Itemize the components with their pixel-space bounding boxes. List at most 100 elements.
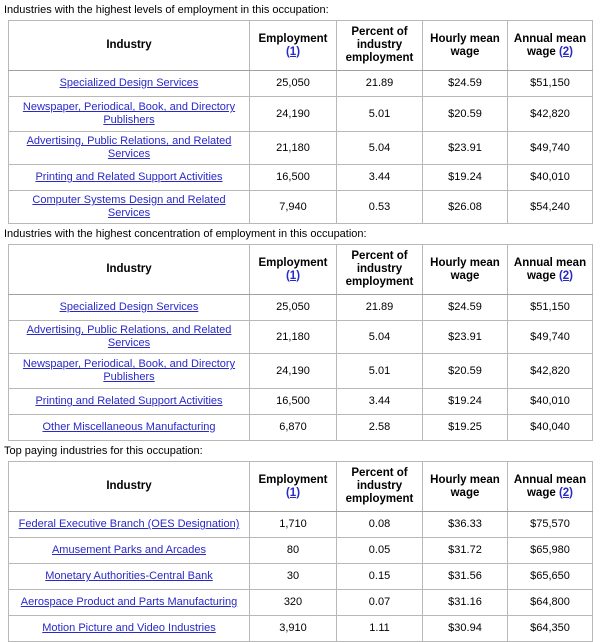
footnote-link-2[interactable]: (2) — [559, 487, 573, 499]
cell-employment: 16,500 — [249, 164, 337, 191]
cell-hourly-wage: $24.59 — [422, 294, 508, 321]
cell-industry: Newspaper, Periodical, Book, and Directo… — [8, 96, 250, 132]
header-label-hourly-l2: wage — [450, 486, 480, 499]
cell-annual-wage: $40,010 — [507, 164, 593, 191]
cell-percent: 21.89 — [336, 70, 423, 97]
cell-annual-wage: $64,800 — [507, 589, 593, 616]
cell-employment: 21,180 — [249, 131, 337, 165]
footnote-link-1[interactable]: (1) — [286, 487, 300, 499]
cell-industry: Specialized Design Services — [8, 294, 250, 321]
cell-employment: 3,910 — [249, 615, 337, 642]
cell-employment: 21,180 — [249, 320, 337, 354]
header-label-industry: Industry — [106, 39, 152, 51]
footnote-link-2[interactable]: (2) — [559, 270, 573, 282]
cell-percent: 21.89 — [336, 294, 423, 321]
cell-annual-wage: $51,150 — [507, 294, 593, 321]
header-label-hourly-l2: wage — [450, 269, 480, 282]
footnote-link-1[interactable]: (1) — [286, 46, 300, 58]
table-row: Monetary Authorities-Central Bank 30 0.1… — [8, 563, 593, 590]
footnote-link-1[interactable]: (1) — [286, 270, 300, 282]
cell-industry: Federal Executive Branch (OES Designatio… — [8, 511, 250, 538]
industry-link[interactable]: Newspaper, Periodical, Book, and Directo… — [23, 101, 235, 126]
cell-employment: 6,870 — [249, 414, 337, 441]
cell-annual-wage: $42,820 — [507, 353, 593, 389]
table-row: Printing and Related Support Activities … — [8, 164, 593, 191]
section-top-paying: Top paying industries for this occupatio… — [0, 441, 600, 642]
industry-link[interactable]: Specialized Design Services — [60, 77, 199, 89]
section-caption-top-paying: Top paying industries for this occupatio… — [4, 445, 203, 457]
industry-link[interactable]: Monetary Authorities-Central Bank — [45, 570, 213, 582]
industry-link[interactable]: Amusement Parks and Arcades — [52, 544, 206, 556]
cell-annual-wage: $49,740 — [507, 320, 593, 354]
column-header-industry: Industry — [8, 244, 250, 295]
footnote-link-2[interactable]: (2) — [559, 46, 573, 58]
industry-link[interactable]: Federal Executive Branch (OES Designatio… — [19, 518, 240, 530]
table-body: Specialized Design Services 25,050 21.89… — [8, 70, 593, 224]
header-label-percent-l1: Percent of — [351, 467, 408, 479]
cell-industry: Printing and Related Support Activities — [8, 388, 250, 415]
header-label-annual-l1: Annual mean — [513, 32, 587, 45]
industry-link[interactable]: Aerospace Product and Parts Manufacturin… — [21, 596, 237, 608]
industry-link[interactable]: Computer Systems Design and Related Serv… — [32, 194, 225, 219]
table-row: Federal Executive Branch (OES Designatio… — [8, 511, 593, 538]
industry-wage-tables-page: Industries with the highest levels of em… — [0, 0, 600, 642]
section-caption-highest-concentration: Industries with the highest concentratio… — [4, 228, 367, 240]
column-header-percent: Percent of industry employment — [336, 461, 423, 512]
cell-hourly-wage: $26.08 — [422, 190, 508, 224]
industry-link[interactable]: Advertising, Public Relations, and Relat… — [27, 324, 232, 349]
table-highest-concentration: Industry Employment (1) Percent of indus… — [8, 244, 593, 441]
header-label-hourly-l2: wage — [450, 45, 480, 58]
industry-link[interactable]: Printing and Related Support Activities — [35, 171, 222, 183]
industry-link[interactable]: Newspaper, Periodical, Book, and Directo… — [23, 358, 235, 383]
table-header: Industry Employment (1) Percent of indus… — [8, 20, 593, 71]
header-label-percent-l3: employment — [345, 493, 414, 505]
header-label-annual-l2: wage — [526, 45, 556, 58]
header-label-percent-l1: Percent of — [351, 250, 408, 262]
industry-link[interactable]: Printing and Related Support Activities — [35, 395, 222, 407]
header-label-employment: Employment — [258, 32, 328, 45]
cell-employment: 16,500 — [249, 388, 337, 415]
industry-link[interactable]: Motion Picture and Video Industries — [42, 622, 215, 634]
header-label-industry: Industry — [106, 263, 152, 275]
column-header-annual-mean-wage: Annual mean wage (2) — [507, 20, 593, 71]
industry-link[interactable]: Other Miscellaneous Manufacturing — [42, 421, 215, 433]
header-label-annual-l2: wage — [526, 269, 556, 282]
cell-employment: 25,050 — [249, 70, 337, 97]
industry-link[interactable]: Specialized Design Services — [60, 301, 199, 313]
header-label-percent-l3: employment — [345, 276, 414, 288]
cell-industry: Printing and Related Support Activities — [8, 164, 250, 191]
header-label-percent-l1: Percent of — [351, 26, 408, 38]
cell-hourly-wage: $36.33 — [422, 511, 508, 538]
column-header-industry: Industry — [8, 461, 250, 512]
cell-hourly-wage: $19.24 — [422, 164, 508, 191]
cell-industry: Monetary Authorities-Central Bank — [8, 563, 250, 590]
cell-employment: 1,710 — [249, 511, 337, 538]
table-row: Printing and Related Support Activities … — [8, 388, 593, 415]
header-row: Industry Employment (1) Percent of indus… — [8, 20, 593, 71]
table-row: Newspaper, Periodical, Book, and Directo… — [8, 353, 593, 389]
cell-industry: Motion Picture and Video Industries — [8, 615, 250, 642]
cell-annual-wage: $65,650 — [507, 563, 593, 590]
header-label-annual-l2: wage — [526, 486, 556, 499]
cell-hourly-wage: $19.24 — [422, 388, 508, 415]
cell-annual-wage: $40,040 — [507, 414, 593, 441]
cell-employment: 7,940 — [249, 190, 337, 224]
cell-annual-wage: $40,010 — [507, 388, 593, 415]
column-header-industry: Industry — [8, 20, 250, 71]
column-header-annual-mean-wage: Annual mean wage (2) — [507, 461, 593, 512]
cell-percent: 3.44 — [336, 388, 423, 415]
header-label-percent-l3: employment — [345, 52, 414, 64]
column-header-percent: Percent of industry employment — [336, 20, 423, 71]
cell-annual-wage: $42,820 — [507, 96, 593, 132]
table-header: Industry Employment (1) Percent of indus… — [8, 461, 593, 512]
cell-hourly-wage: $30.94 — [422, 615, 508, 642]
cell-annual-wage: $64,350 — [507, 615, 593, 642]
table-body: Federal Executive Branch (OES Designatio… — [8, 511, 593, 642]
header-label-hourly-l1: Hourly mean — [430, 473, 500, 486]
cell-percent: 5.04 — [336, 320, 423, 354]
table-row: Amusement Parks and Arcades 80 0.05 $31.… — [8, 537, 593, 564]
header-label-employment: Employment — [258, 256, 328, 269]
column-header-employment: Employment (1) — [249, 461, 337, 512]
header-row: Industry Employment (1) Percent of indus… — [8, 461, 593, 512]
industry-link[interactable]: Advertising, Public Relations, and Relat… — [27, 135, 232, 160]
